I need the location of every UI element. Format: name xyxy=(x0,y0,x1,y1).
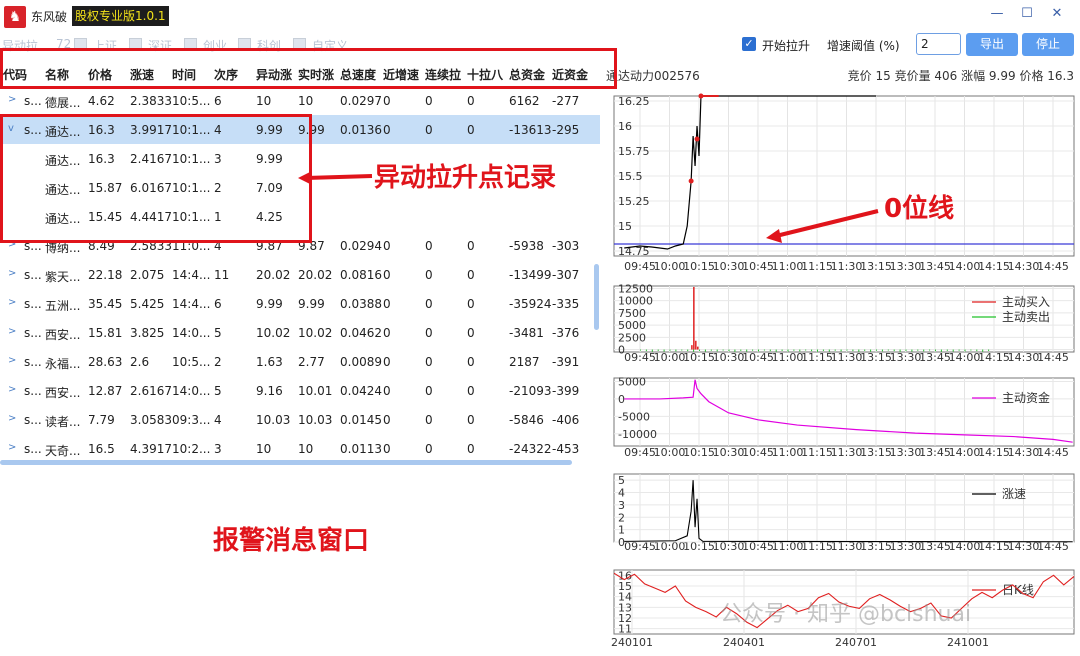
zero-line-arrowhead xyxy=(766,229,782,243)
record-arrowhead xyxy=(298,171,312,185)
record-arrow xyxy=(305,174,373,180)
zero-line-arrow xyxy=(775,209,879,238)
watermark: 公众号 · 知乎 @bclshuai xyxy=(720,602,972,627)
annotation-arrows xyxy=(298,171,879,243)
